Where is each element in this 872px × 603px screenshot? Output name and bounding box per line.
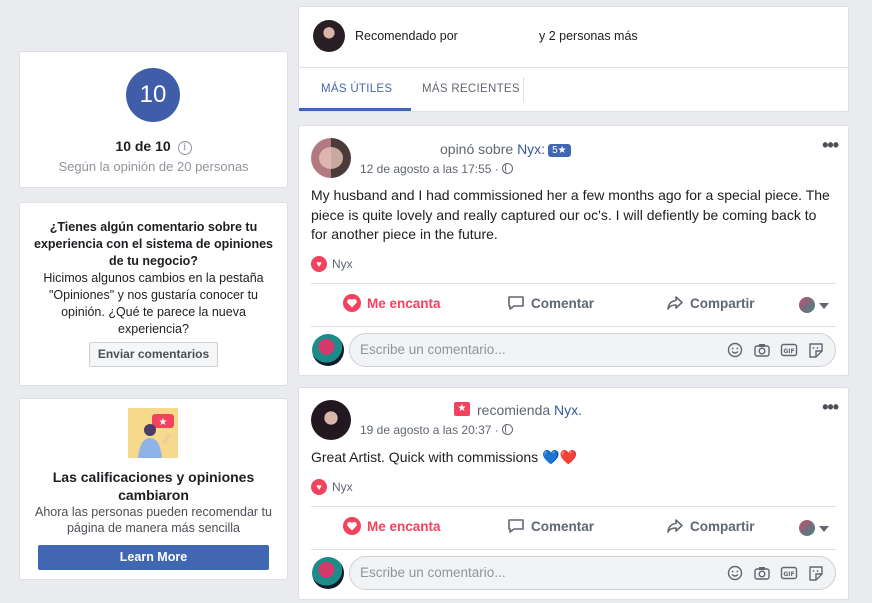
star-rating-badge: 5★: [548, 144, 571, 157]
post-text: Great Artist. Quick with commissions 💙❤️: [311, 449, 577, 465]
gif-icon[interactable]: GIF: [780, 565, 798, 581]
divider: [311, 326, 836, 327]
love-button[interactable]: Me encanta: [343, 517, 441, 535]
ratings-changed-title: Las calificaciones y opiniones cambiaron: [52, 469, 255, 503]
avatar[interactable]: [799, 520, 815, 536]
comment-tools: GIF: [726, 565, 825, 581]
comment-placeholder: Escribe un comentario...: [360, 342, 506, 357]
divider: [299, 67, 848, 68]
post-date[interactable]: 12 de agosto a las 17:55 ·: [360, 162, 499, 176]
post-text: My husband and I had commissioned her a …: [311, 187, 830, 242]
avatar[interactable]: [311, 400, 351, 440]
globe-icon: [501, 163, 513, 174]
page-link[interactable]: Nyx:: [517, 141, 545, 157]
rating-score-circle: 10: [126, 68, 180, 122]
post-action: opinó sobre: [440, 141, 514, 157]
heart-icon: ♥: [311, 256, 327, 272]
comment-input[interactable]: Escribe un comentario... GIF: [349, 333, 836, 367]
tab-most-recent[interactable]: MÁS RECIENTES: [422, 83, 520, 95]
avatar[interactable]: [311, 138, 351, 178]
avatar: [312, 334, 344, 366]
reaction-name[interactable]: Nyx: [332, 480, 353, 494]
tab-separator: [523, 77, 524, 102]
feedback-card: ¿Tienes algún comentario sobre tu experi…: [19, 202, 288, 386]
gif-icon[interactable]: GIF: [780, 342, 798, 358]
emoji-icon[interactable]: [726, 565, 744, 581]
comment-label: Comentar: [531, 519, 595, 534]
info-icon[interactable]: i: [177, 141, 192, 155]
more-options-icon[interactable]: •••: [822, 397, 839, 418]
avatar[interactable]: [799, 297, 815, 313]
reaction-name[interactable]: Nyx: [332, 257, 353, 271]
page-link[interactable]: Nyx.: [554, 402, 582, 418]
ratings-changed-card: ★ Las calificaciones y opiniones cambiar…: [19, 398, 288, 580]
feedback-body: Hicimos algunos cambios en la pestaña "O…: [43, 271, 264, 336]
globe-icon: [501, 424, 513, 435]
love-label: Me encanta: [367, 296, 441, 311]
review-post: ★ recomienda Nyx. 19 de agosto a las 20:…: [298, 387, 849, 600]
comment-label: Comentar: [531, 296, 595, 311]
rating-summary-card: 10 10 de 10 i Según la opinión de 20 per…: [19, 51, 288, 188]
love-button[interactable]: Me encanta: [343, 294, 441, 312]
recommended-by-label: Recomendado por: [355, 29, 458, 43]
camera-icon[interactable]: [753, 342, 771, 358]
share-label: Compartir: [690, 296, 755, 311]
ratings-changed-body: Ahora las personas pueden recomendar tu …: [35, 505, 272, 535]
send-feedback-button[interactable]: Enviar comentarios: [89, 342, 218, 367]
svg-text:GIF: GIF: [783, 571, 794, 578]
emoji-icon[interactable]: [726, 342, 744, 358]
comment-placeholder: Escribe un comentario...: [360, 565, 506, 580]
chevron-down-icon[interactable]: [819, 526, 829, 532]
rating-subtitle: Según la opinión de 20 personas: [58, 159, 249, 174]
heart-icon: ♥: [311, 479, 327, 495]
post-action: recomienda: [477, 402, 551, 418]
post-timestamp[interactable]: 12 de agosto a las 17:55 ·: [360, 162, 513, 176]
more-options-icon[interactable]: •••: [822, 135, 839, 156]
reviews-header-card: Recomendado por y 2 personas más MÁS ÚTI…: [298, 6, 849, 112]
recommendation-icon: ★: [454, 402, 470, 416]
camera-icon[interactable]: [753, 565, 771, 581]
rating-score-text: 10 de 10: [115, 138, 171, 154]
sticker-icon[interactable]: [807, 342, 825, 358]
svg-text:★: ★: [159, 417, 168, 428]
comment-button[interactable]: Comentar: [507, 517, 594, 535]
post-header: recomienda Nyx.: [477, 402, 582, 418]
comment-button[interactable]: Comentar: [507, 294, 594, 312]
share-button[interactable]: Compartir: [666, 517, 755, 535]
recommended-by-others-link[interactable]: y 2 personas más: [539, 29, 638, 43]
share-label: Compartir: [690, 519, 755, 534]
comment-icon: [508, 519, 524, 533]
review-post: opinó sobre Nyx: 5★ 12 de agosto a las 17…: [298, 125, 849, 376]
divider: [311, 283, 836, 284]
heart-icon: [343, 517, 361, 535]
share-icon: [667, 296, 683, 310]
heart-icon: [343, 294, 361, 312]
sticker-icon[interactable]: [807, 565, 825, 581]
active-tab-indicator: [299, 108, 411, 111]
share-button[interactable]: Compartir: [666, 294, 755, 312]
share-icon: [667, 519, 683, 533]
post-header: opinó sobre Nyx: 5★: [440, 141, 571, 157]
comment-tools: GIF: [726, 342, 825, 358]
learn-more-button[interactable]: Learn More: [38, 545, 269, 570]
avatar[interactable]: [313, 20, 345, 52]
comment-icon: [508, 296, 524, 310]
feedback-title: ¿Tienes algún comentario sobre tu experi…: [34, 220, 273, 268]
comment-input[interactable]: Escribe un comentario... GIF: [349, 556, 836, 590]
love-label: Me encanta: [367, 519, 441, 534]
post-date[interactable]: 19 de agosto a las 20:37 ·: [360, 423, 499, 437]
svg-text:GIF: GIF: [783, 348, 794, 355]
tab-most-useful[interactable]: MÁS ÚTILES: [321, 83, 392, 95]
chevron-down-icon[interactable]: [819, 303, 829, 309]
divider: [311, 506, 836, 507]
divider: [311, 549, 836, 550]
post-timestamp[interactable]: 19 de agosto a las 20:37 ·: [360, 423, 513, 437]
rating-score-line: 10 de 10 i: [20, 138, 287, 155]
avatar: [312, 557, 344, 589]
recommendation-illustration-icon: ★: [128, 408, 178, 458]
